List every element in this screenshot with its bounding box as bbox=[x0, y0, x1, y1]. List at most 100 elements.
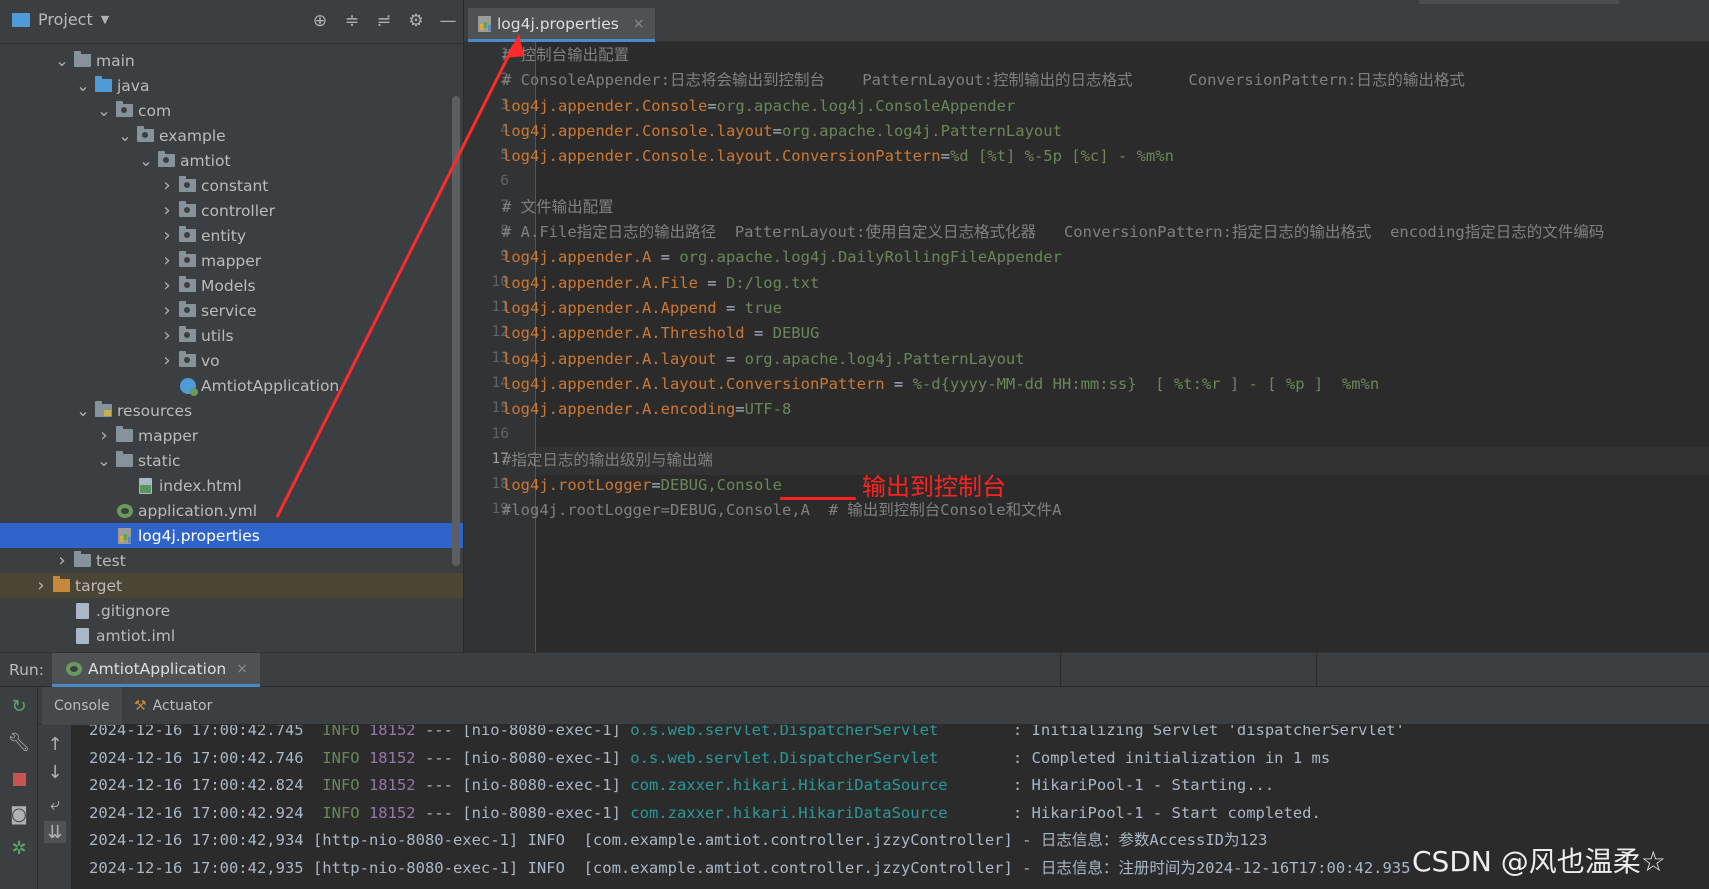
tree-item-java[interactable]: ⌄ java bbox=[0, 73, 463, 98]
tree-item-vo[interactable]: › vo bbox=[0, 348, 463, 373]
annotation-underline bbox=[780, 497, 856, 501]
code-token: # ConsoleAppender:日志将会输出到控制台 PatternLayo… bbox=[502, 71, 1465, 90]
chevron-down-icon[interactable]: ⌄ bbox=[138, 152, 154, 168]
rerun-icon[interactable]: ↻ bbox=[8, 695, 30, 717]
tree-item-resources[interactable]: ⌄ resources bbox=[0, 398, 463, 423]
tree-item-amtiot-iml[interactable]: amtiot.iml bbox=[0, 623, 463, 648]
tree-item-main[interactable]: ⌄ main bbox=[0, 48, 463, 73]
chevron-right-icon[interactable]: › bbox=[159, 175, 175, 196]
wrench-icon[interactable]: 🔧︎ bbox=[8, 731, 31, 753]
camera-icon[interactable]: ◙ bbox=[8, 803, 30, 825]
tree-item-constant[interactable]: › constant bbox=[0, 173, 463, 198]
tab-bar-edge bbox=[1419, 0, 1619, 4]
chevron-right-icon[interactable]: › bbox=[54, 550, 70, 571]
tree-item-label: service bbox=[201, 301, 257, 320]
tree-item-utils[interactable]: › utils bbox=[0, 323, 463, 348]
project-header: Project ▼ ⊕ ≑ ≓ ⚙ — bbox=[0, 0, 463, 44]
tree-scrollbar[interactable] bbox=[452, 96, 460, 566]
gear-icon[interactable]: ⚙ bbox=[407, 12, 425, 30]
tree-item-target[interactable]: › target bbox=[0, 573, 463, 598]
chevron-down-icon[interactable]: ⌄ bbox=[96, 102, 112, 118]
run-header-divider bbox=[1316, 653, 1317, 687]
stop-icon[interactable] bbox=[8, 768, 30, 790]
chevron-down-icon[interactable]: ⌄ bbox=[96, 452, 112, 468]
tree-item-label: amtiot.iml bbox=[96, 626, 176, 645]
tree-item-application-yml[interactable]: application.yml bbox=[0, 498, 463, 523]
code-area[interactable]: # 控制台输出配置 # ConsoleAppender:日志将会输出到控制台 Pa… bbox=[502, 42, 1709, 652]
tree-item-mapper[interactable]: › mapper bbox=[0, 423, 463, 448]
tree-item-entity[interactable]: › entity bbox=[0, 223, 463, 248]
code-token: UTF-8 bbox=[744, 400, 792, 419]
log-token: o.s.web.servlet.DispatcherServlet bbox=[630, 748, 1004, 767]
project-tool-window: Project ▼ ⊕ ≑ ≓ ⚙ — ⌄ main ⌄ java ⌄ com ⌄ example ⌄ a… bbox=[0, 0, 463, 652]
close-icon[interactable]: × bbox=[633, 16, 645, 32]
code-token: = bbox=[735, 400, 745, 419]
tab-console[interactable]: Console bbox=[42, 687, 122, 725]
tree-item-label: mapper bbox=[201, 251, 262, 270]
tab-label: log4j.properties bbox=[497, 14, 619, 33]
tree-item-label: resources bbox=[117, 401, 193, 420]
tree-item-mapper[interactable]: › mapper bbox=[0, 248, 463, 273]
tree-item-log4j-properties[interactable]: log4j.properties bbox=[0, 523, 463, 548]
debug-icon[interactable]: ✲ bbox=[8, 837, 30, 859]
log-token bbox=[360, 776, 369, 794]
scroll-to-end-icon[interactable]: ⇊ bbox=[44, 821, 66, 843]
hide-icon[interactable]: — bbox=[439, 12, 457, 30]
tree-item-amtiotapplication[interactable]: AmtiotApplication bbox=[0, 373, 463, 398]
tree-item-amtiot[interactable]: ⌄ amtiot bbox=[0, 148, 463, 173]
chevron-down-icon[interactable]: ⌄ bbox=[54, 52, 70, 68]
log-token: INFO bbox=[322, 725, 360, 739]
arrow-down-icon[interactable]: ↓ bbox=[44, 761, 66, 783]
project-view-selector[interactable]: Project ▼ bbox=[12, 10, 109, 29]
tree-item-index-html[interactable]: index.html bbox=[0, 473, 463, 498]
chevron-right-icon[interactable]: › bbox=[33, 575, 49, 596]
arrow-up-icon[interactable]: ↑ bbox=[44, 733, 66, 755]
log-token: o.s.web.servlet.DispatcherServlet bbox=[630, 725, 1004, 739]
tree-item--gitignore[interactable]: .gitignore bbox=[0, 598, 463, 623]
soft-wrap-icon[interactable]: ⤶ bbox=[44, 793, 66, 815]
run-sub-tabs: Console ⚒ Actuator bbox=[38, 687, 1709, 725]
code-token: log4j.appender.Console.layout.Conversion… bbox=[502, 147, 941, 166]
code-line: log4j.appender.A.Threshold = DEBUG bbox=[502, 320, 819, 347]
chevron-right-icon[interactable]: › bbox=[159, 250, 175, 271]
tree-item-example[interactable]: ⌄ example bbox=[0, 123, 463, 148]
tree-item-label: mapper bbox=[138, 426, 199, 445]
tree-item-service[interactable]: › service bbox=[0, 298, 463, 323]
folder-icon bbox=[74, 51, 91, 68]
log-line: 2024-12-16 17:00:42,935 [http-nio-8080-e… bbox=[89, 855, 1410, 882]
tree-item-com[interactable]: ⌄ com bbox=[0, 98, 463, 123]
chevron-right-icon[interactable]: › bbox=[159, 300, 175, 321]
tab-actuator[interactable]: ⚒ Actuator bbox=[122, 687, 224, 725]
chevron-right-icon[interactable]: › bbox=[159, 325, 175, 346]
chevron-right-icon[interactable]: › bbox=[96, 425, 112, 446]
code-token: org.apache.log4j.PatternLayout bbox=[781, 121, 1062, 140]
code-token: log4j.appender.Console.layout bbox=[502, 121, 773, 140]
tree-item-models[interactable]: › Models bbox=[0, 273, 463, 298]
run-tab-label: AmtiotApplication bbox=[88, 659, 227, 678]
collapse-all-icon[interactable]: ≓ bbox=[375, 12, 393, 30]
log-token: INFO bbox=[322, 776, 360, 794]
code-token: # 文件输出配置 bbox=[502, 197, 614, 216]
chevron-right-icon[interactable]: › bbox=[159, 275, 175, 296]
tree-item-static[interactable]: ⌄ static bbox=[0, 448, 463, 473]
tree-item-test[interactable]: › test bbox=[0, 548, 463, 573]
chevron-right-icon[interactable]: › bbox=[159, 200, 175, 221]
excluded-folder-icon bbox=[53, 576, 70, 593]
code-token: = bbox=[744, 324, 773, 343]
tree-item-controller[interactable]: › controller bbox=[0, 198, 463, 223]
log-token: : Completed initialization in 1 ms bbox=[1003, 748, 1331, 767]
resources-folder-icon bbox=[95, 401, 112, 418]
close-icon[interactable]: × bbox=[236, 661, 248, 677]
locate-icon[interactable]: ⊕ bbox=[311, 12, 329, 30]
expand-all-icon[interactable]: ≑ bbox=[343, 12, 361, 30]
tab-log4j-properties[interactable]: log4j.properties × bbox=[468, 8, 655, 42]
chevron-down-icon[interactable]: ⌄ bbox=[75, 77, 91, 93]
package-icon bbox=[179, 251, 196, 268]
chevron-right-icon[interactable]: › bbox=[159, 225, 175, 246]
chevron-down-icon[interactable]: ⌄ bbox=[75, 402, 91, 418]
code-token: = bbox=[940, 147, 950, 166]
run-tab-amtiot-application[interactable]: AmtiotApplication × bbox=[52, 653, 260, 687]
log-token: INFO bbox=[322, 748, 360, 767]
chevron-down-icon[interactable]: ⌄ bbox=[117, 127, 133, 143]
chevron-right-icon[interactable]: › bbox=[159, 350, 175, 371]
